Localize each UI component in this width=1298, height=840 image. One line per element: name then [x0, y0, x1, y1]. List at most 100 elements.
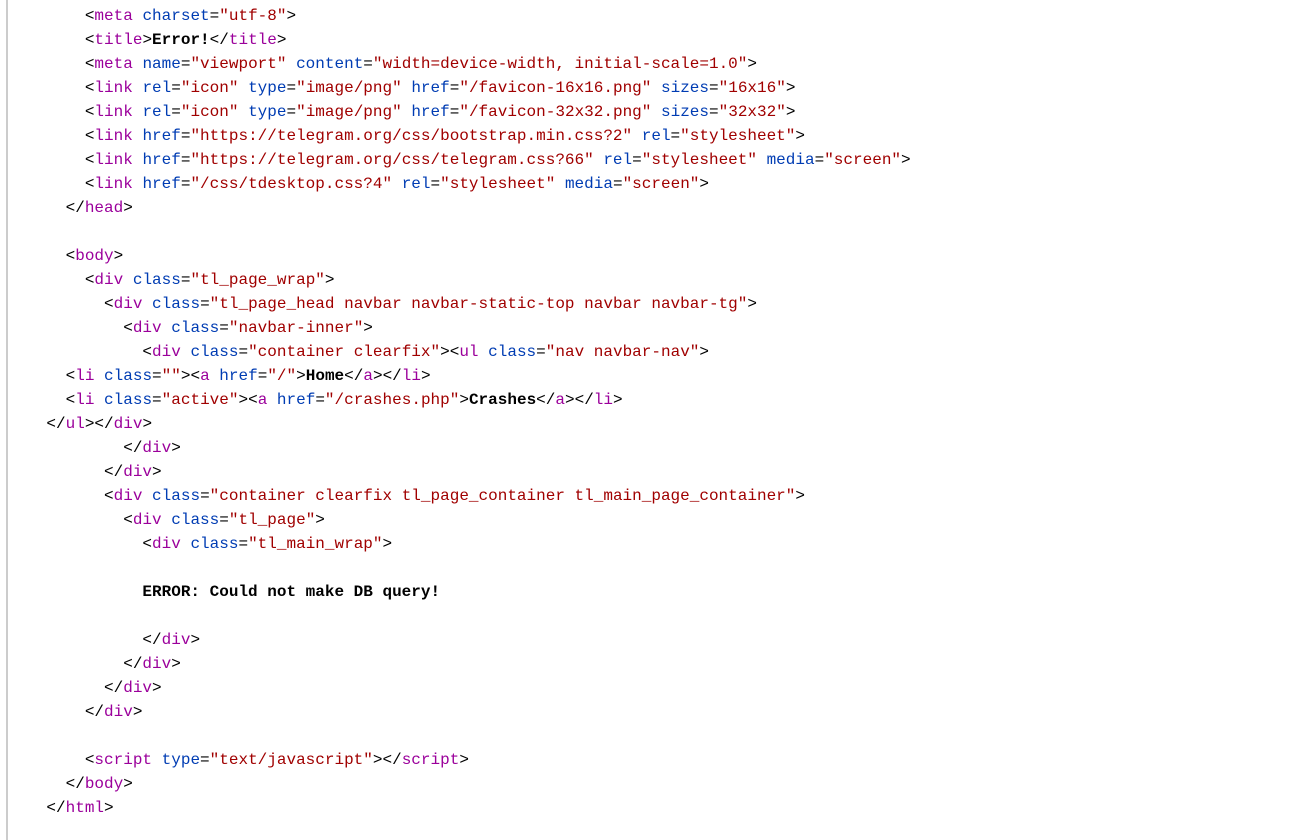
token-tag: div	[152, 535, 181, 553]
token-br: =	[181, 175, 191, 193]
token-attrk: type	[162, 751, 200, 769]
token-attrv: "/favicon-16x16.png"	[459, 79, 651, 97]
token-tag: script	[94, 751, 152, 769]
token-attrv: ""	[162, 367, 181, 385]
token-attrv: "image/png"	[296, 79, 402, 97]
code-line: <script type="text/javascript"></script>	[8, 751, 469, 769]
token-txt: Home	[306, 367, 344, 385]
token-br: </	[104, 679, 123, 697]
token-br: </	[142, 631, 161, 649]
code-line: </div>	[8, 463, 162, 481]
token-tag: div	[123, 463, 152, 481]
token-br: <	[123, 511, 133, 529]
code-line: <div class="container clearfix tl_page_c…	[8, 487, 805, 505]
token-br: >	[315, 511, 325, 529]
code-line: <div class="tl_page_head navbar navbar-s…	[8, 295, 757, 313]
token-br: =	[709, 103, 719, 121]
token-br: <	[85, 271, 95, 289]
token-br: <	[66, 367, 76, 385]
token-tag: meta	[94, 55, 132, 73]
token-br: >	[277, 31, 287, 49]
token-br: <	[66, 247, 76, 265]
token-br: </	[66, 775, 85, 793]
token-br: <	[450, 343, 460, 361]
token-attrk: class	[488, 343, 536, 361]
token-br: >	[373, 367, 383, 385]
token-attrv: "width=device-width, initial-scale=1.0"	[373, 55, 747, 73]
token-br: >	[171, 655, 181, 673]
token-br: <	[85, 751, 95, 769]
token-br: >	[152, 679, 162, 697]
token-br	[651, 79, 661, 97]
token-br: </	[210, 31, 229, 49]
token-tag: div	[152, 343, 181, 361]
token-br: =	[613, 175, 623, 193]
token-br: </	[123, 439, 142, 457]
token-br: >	[296, 367, 306, 385]
indent	[8, 535, 142, 553]
code-line: </body>	[8, 775, 133, 793]
token-br: >	[565, 391, 575, 409]
token-attrk: sizes	[661, 103, 709, 121]
token-br: >	[85, 415, 95, 433]
token-br	[181, 343, 191, 361]
token-attrk: rel	[142, 103, 171, 121]
token-attrk: sizes	[661, 79, 709, 97]
token-br	[142, 487, 152, 505]
token-br	[133, 7, 143, 25]
token-br: >	[123, 775, 133, 793]
token-br: </	[46, 415, 65, 433]
token-br	[181, 535, 191, 553]
token-br	[133, 127, 143, 145]
token-tag: a	[200, 367, 210, 385]
code-line: </div>	[8, 679, 162, 697]
token-br	[238, 103, 248, 121]
token-tag: li	[402, 367, 421, 385]
token-br: =	[238, 343, 248, 361]
code-line: <link rel="icon" type="image/png" href="…	[8, 79, 795, 97]
code-line: </head>	[8, 199, 133, 217]
token-tag: ul	[459, 343, 478, 361]
token-attrv: "stylesheet"	[440, 175, 555, 193]
token-attrv: "/crashes.php"	[325, 391, 459, 409]
code-line: </ul></div>	[8, 415, 152, 433]
token-br: <	[104, 295, 114, 313]
token-attrk: rel	[142, 79, 171, 97]
token-attrk: name	[142, 55, 180, 73]
token-br	[133, 103, 143, 121]
token-attrk: href	[219, 367, 257, 385]
token-tag: body	[85, 775, 123, 793]
token-br: =	[815, 151, 825, 169]
token-attrv: "screen"	[623, 175, 700, 193]
token-br: >	[901, 151, 911, 169]
token-br: <	[66, 391, 76, 409]
token-attrv: "https://telegram.org/css/telegram.css?6…	[190, 151, 593, 169]
token-br: </	[46, 799, 65, 817]
token-attrk: content	[296, 55, 363, 73]
token-attrk: href	[411, 103, 449, 121]
token-tag: body	[75, 247, 113, 265]
token-tag: link	[94, 151, 132, 169]
token-br: =	[258, 367, 268, 385]
token-br: </	[344, 367, 363, 385]
indent	[8, 703, 85, 721]
code-line: </div>	[8, 703, 142, 721]
token-br: >	[190, 631, 200, 649]
token-attrv: "tl_page_wrap"	[190, 271, 324, 289]
token-br	[286, 55, 296, 73]
token-br: </	[536, 391, 555, 409]
indent	[8, 679, 104, 697]
token-tag: link	[94, 79, 132, 97]
indent	[8, 775, 66, 793]
token-br: <	[85, 103, 95, 121]
token-br: <	[85, 55, 95, 73]
indent	[8, 7, 85, 25]
token-attrv: "/favicon-32x32.png"	[459, 103, 651, 121]
token-tag: link	[94, 103, 132, 121]
token-br	[162, 319, 172, 337]
token-br: =	[632, 151, 642, 169]
token-attrk: type	[248, 103, 286, 121]
indent	[8, 655, 123, 673]
token-br	[210, 367, 220, 385]
token-attrk: href	[277, 391, 315, 409]
